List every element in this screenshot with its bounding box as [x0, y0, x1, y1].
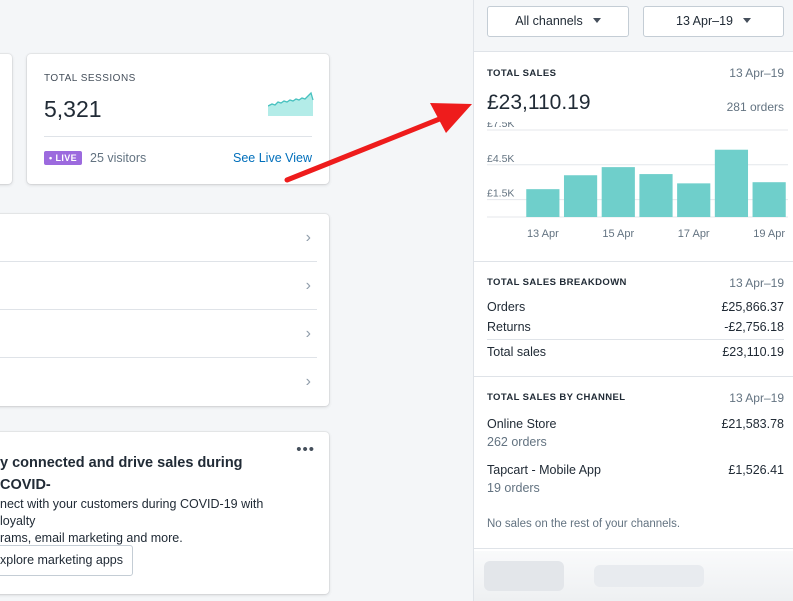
chevron-right-icon: › [305, 277, 311, 294]
chart-bar[interactable] [526, 189, 560, 217]
breakdown-total-value: £23,110.19 [722, 345, 784, 359]
channel-orders: 19 orders [487, 481, 540, 495]
sales-summary-panel: All channels 13 Apr–19 TOTAL SALES 13 Ap… [473, 0, 793, 601]
blurred-content [474, 551, 793, 601]
caret-down-icon [592, 18, 601, 24]
by-channel-title: TOTAL SALES BY CHANNEL [487, 392, 626, 403]
promo-body-line: nect with your customers during COVID-19… [0, 497, 264, 528]
total-sales-section: TOTAL SALES 13 Apr–19 £23,110.19 281 ord… [474, 52, 793, 262]
channel-sales-value: £1,526.41 [728, 463, 784, 477]
live-visitors-count: 25 visitors [90, 151, 147, 165]
y-tick-label: £7.5K [487, 122, 514, 130]
breakdown-returns-label: Returns [487, 320, 531, 334]
date-range-button[interactable]: 13 Apr–19 [643, 6, 784, 37]
total-sales-value: £23,110.19 [487, 91, 591, 114]
sales-by-channel-section: TOTAL SALES BY CHANNEL 13 Apr–19 Online … [474, 376, 793, 549]
breakdown-date: 13 Apr–19 [729, 276, 784, 290]
total-sales-date: 13 Apr–19 [729, 66, 784, 80]
channel-name: Online Store [487, 417, 557, 431]
channel-name: Tapcart - Mobile App [487, 463, 601, 477]
blurred-block [484, 561, 564, 591]
chevron-right-icon: › [305, 229, 311, 246]
breakdown-orders-label: Orders [487, 300, 526, 314]
total-sessions-card: TOTAL SESSIONS 5,321 • LIVE 25 visitors … [27, 54, 329, 184]
live-badge: • LIVE [44, 151, 83, 165]
metric-card-partial [0, 54, 12, 184]
breakdown-divider [487, 339, 784, 340]
sessions-value: 5,321 [44, 96, 102, 122]
channel-filter-label: All channels [515, 14, 583, 28]
filter-bar: All channels 13 Apr–19 [474, 0, 793, 52]
marketing-promo-card: y connected and drive sales during COVID… [0, 432, 329, 594]
no-other-sales-note: No sales on the rest of your channels. [487, 518, 681, 530]
list-item[interactable]: › [0, 214, 317, 262]
sessions-title: TOTAL SESSIONS [44, 73, 136, 84]
date-range-label: 13 Apr–19 [676, 14, 733, 28]
chart-bar[interactable] [639, 174, 673, 217]
channel-filter-button[interactable]: All channels [487, 6, 629, 37]
channel-orders: 262 orders [487, 435, 547, 449]
by-channel-date: 13 Apr–19 [729, 391, 784, 405]
y-tick-label: £1.5K [487, 188, 514, 200]
chevron-right-icon: › [305, 373, 311, 390]
explore-marketing-apps-button[interactable]: xplore marketing apps [0, 545, 133, 576]
blurred-block [594, 565, 704, 587]
x-tick-label: 19 Apr [753, 228, 785, 240]
nav-list-card: › › › › [0, 214, 329, 406]
total-orders-count: 281 orders [726, 100, 784, 114]
channel-sales-value: £21,583.78 [721, 417, 784, 431]
sales-bar-chart: £1.5K £4.5K £7.5K 13 Apr 15 Apr 17 Apr 19 Apr [487, 122, 788, 240]
y-tick-label: £4.5K [487, 153, 514, 165]
breakdown-total-label: Total sales [487, 345, 547, 359]
x-tick-label: 17 Apr [678, 228, 710, 240]
breakdown-title: TOTAL SALES BREAKDOWN [487, 277, 627, 288]
breakdown-returns-value: -£2,756.18 [724, 320, 784, 334]
chart-bar[interactable] [563, 175, 598, 217]
chart-bar[interactable] [752, 182, 786, 217]
promo-body: nect with your customers during COVID-19… [0, 496, 300, 547]
sales-breakdown-section: TOTAL SALES BREAKDOWN 13 Apr–19 Orders £… [474, 261, 793, 377]
sessions-sparkline [268, 91, 314, 116]
x-tick-label: 13 Apr [527, 228, 559, 240]
chevron-right-icon: › [305, 325, 311, 342]
list-item[interactable]: › [0, 310, 317, 358]
breakdown-orders-value: £25,866.37 [721, 300, 784, 314]
sessions-divider [44, 136, 312, 137]
see-live-view-link[interactable]: See Live View [233, 151, 312, 165]
chart-bar[interactable] [677, 183, 711, 217]
chart-bar[interactable] [601, 167, 635, 217]
caret-down-icon [743, 18, 751, 24]
more-options-icon[interactable]: ••• [296, 441, 315, 458]
list-item[interactable]: › [0, 262, 317, 310]
total-sales-title: TOTAL SALES [487, 68, 557, 79]
list-item[interactable]: › [0, 358, 317, 405]
promo-title: y connected and drive sales during COVID… [0, 455, 243, 493]
chart-bar[interactable] [714, 149, 749, 217]
x-tick-label: 15 Apr [602, 228, 634, 240]
